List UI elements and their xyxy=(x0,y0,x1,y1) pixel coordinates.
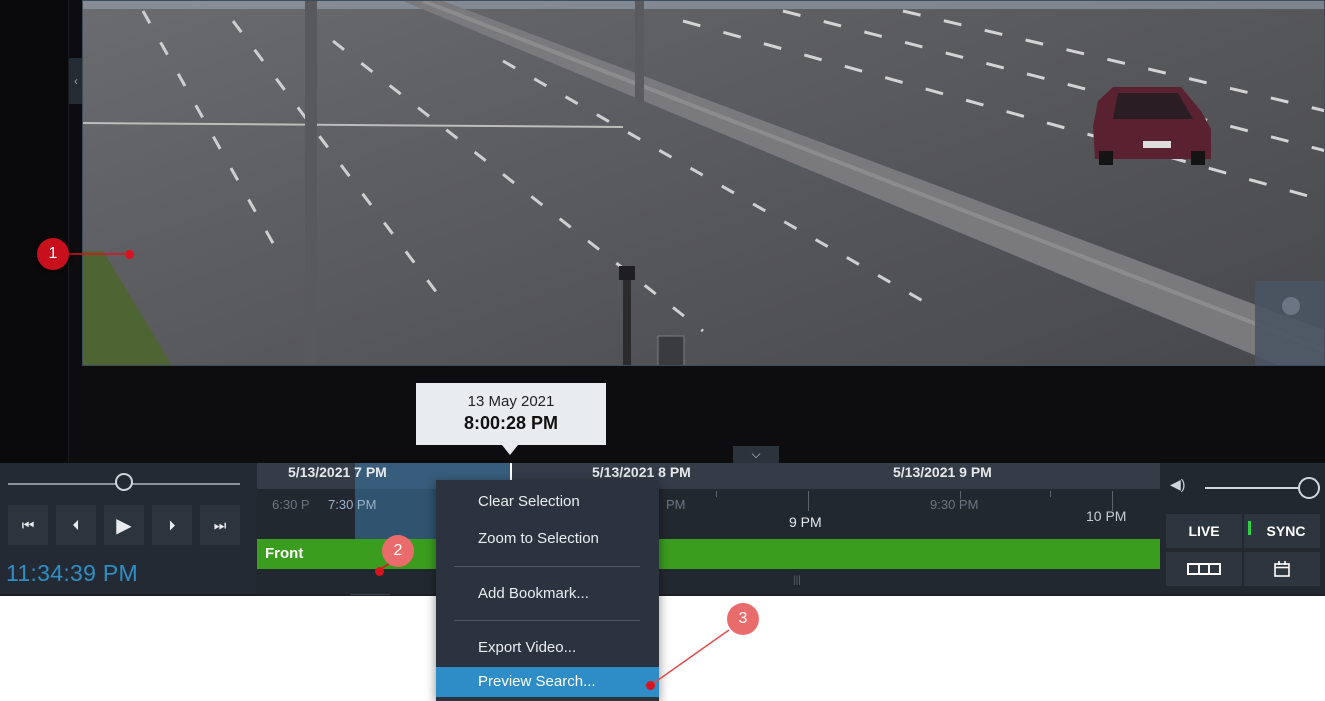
callout-connectors xyxy=(66,253,730,686)
callout-dot-1 xyxy=(125,250,134,259)
callout-badge-1: 1 xyxy=(37,238,69,270)
callout-badge-2: 2 xyxy=(382,535,414,567)
callout-badge-3: 3 xyxy=(727,603,759,635)
callout-dot-3 xyxy=(646,681,655,690)
callout-dot-2 xyxy=(375,567,384,576)
